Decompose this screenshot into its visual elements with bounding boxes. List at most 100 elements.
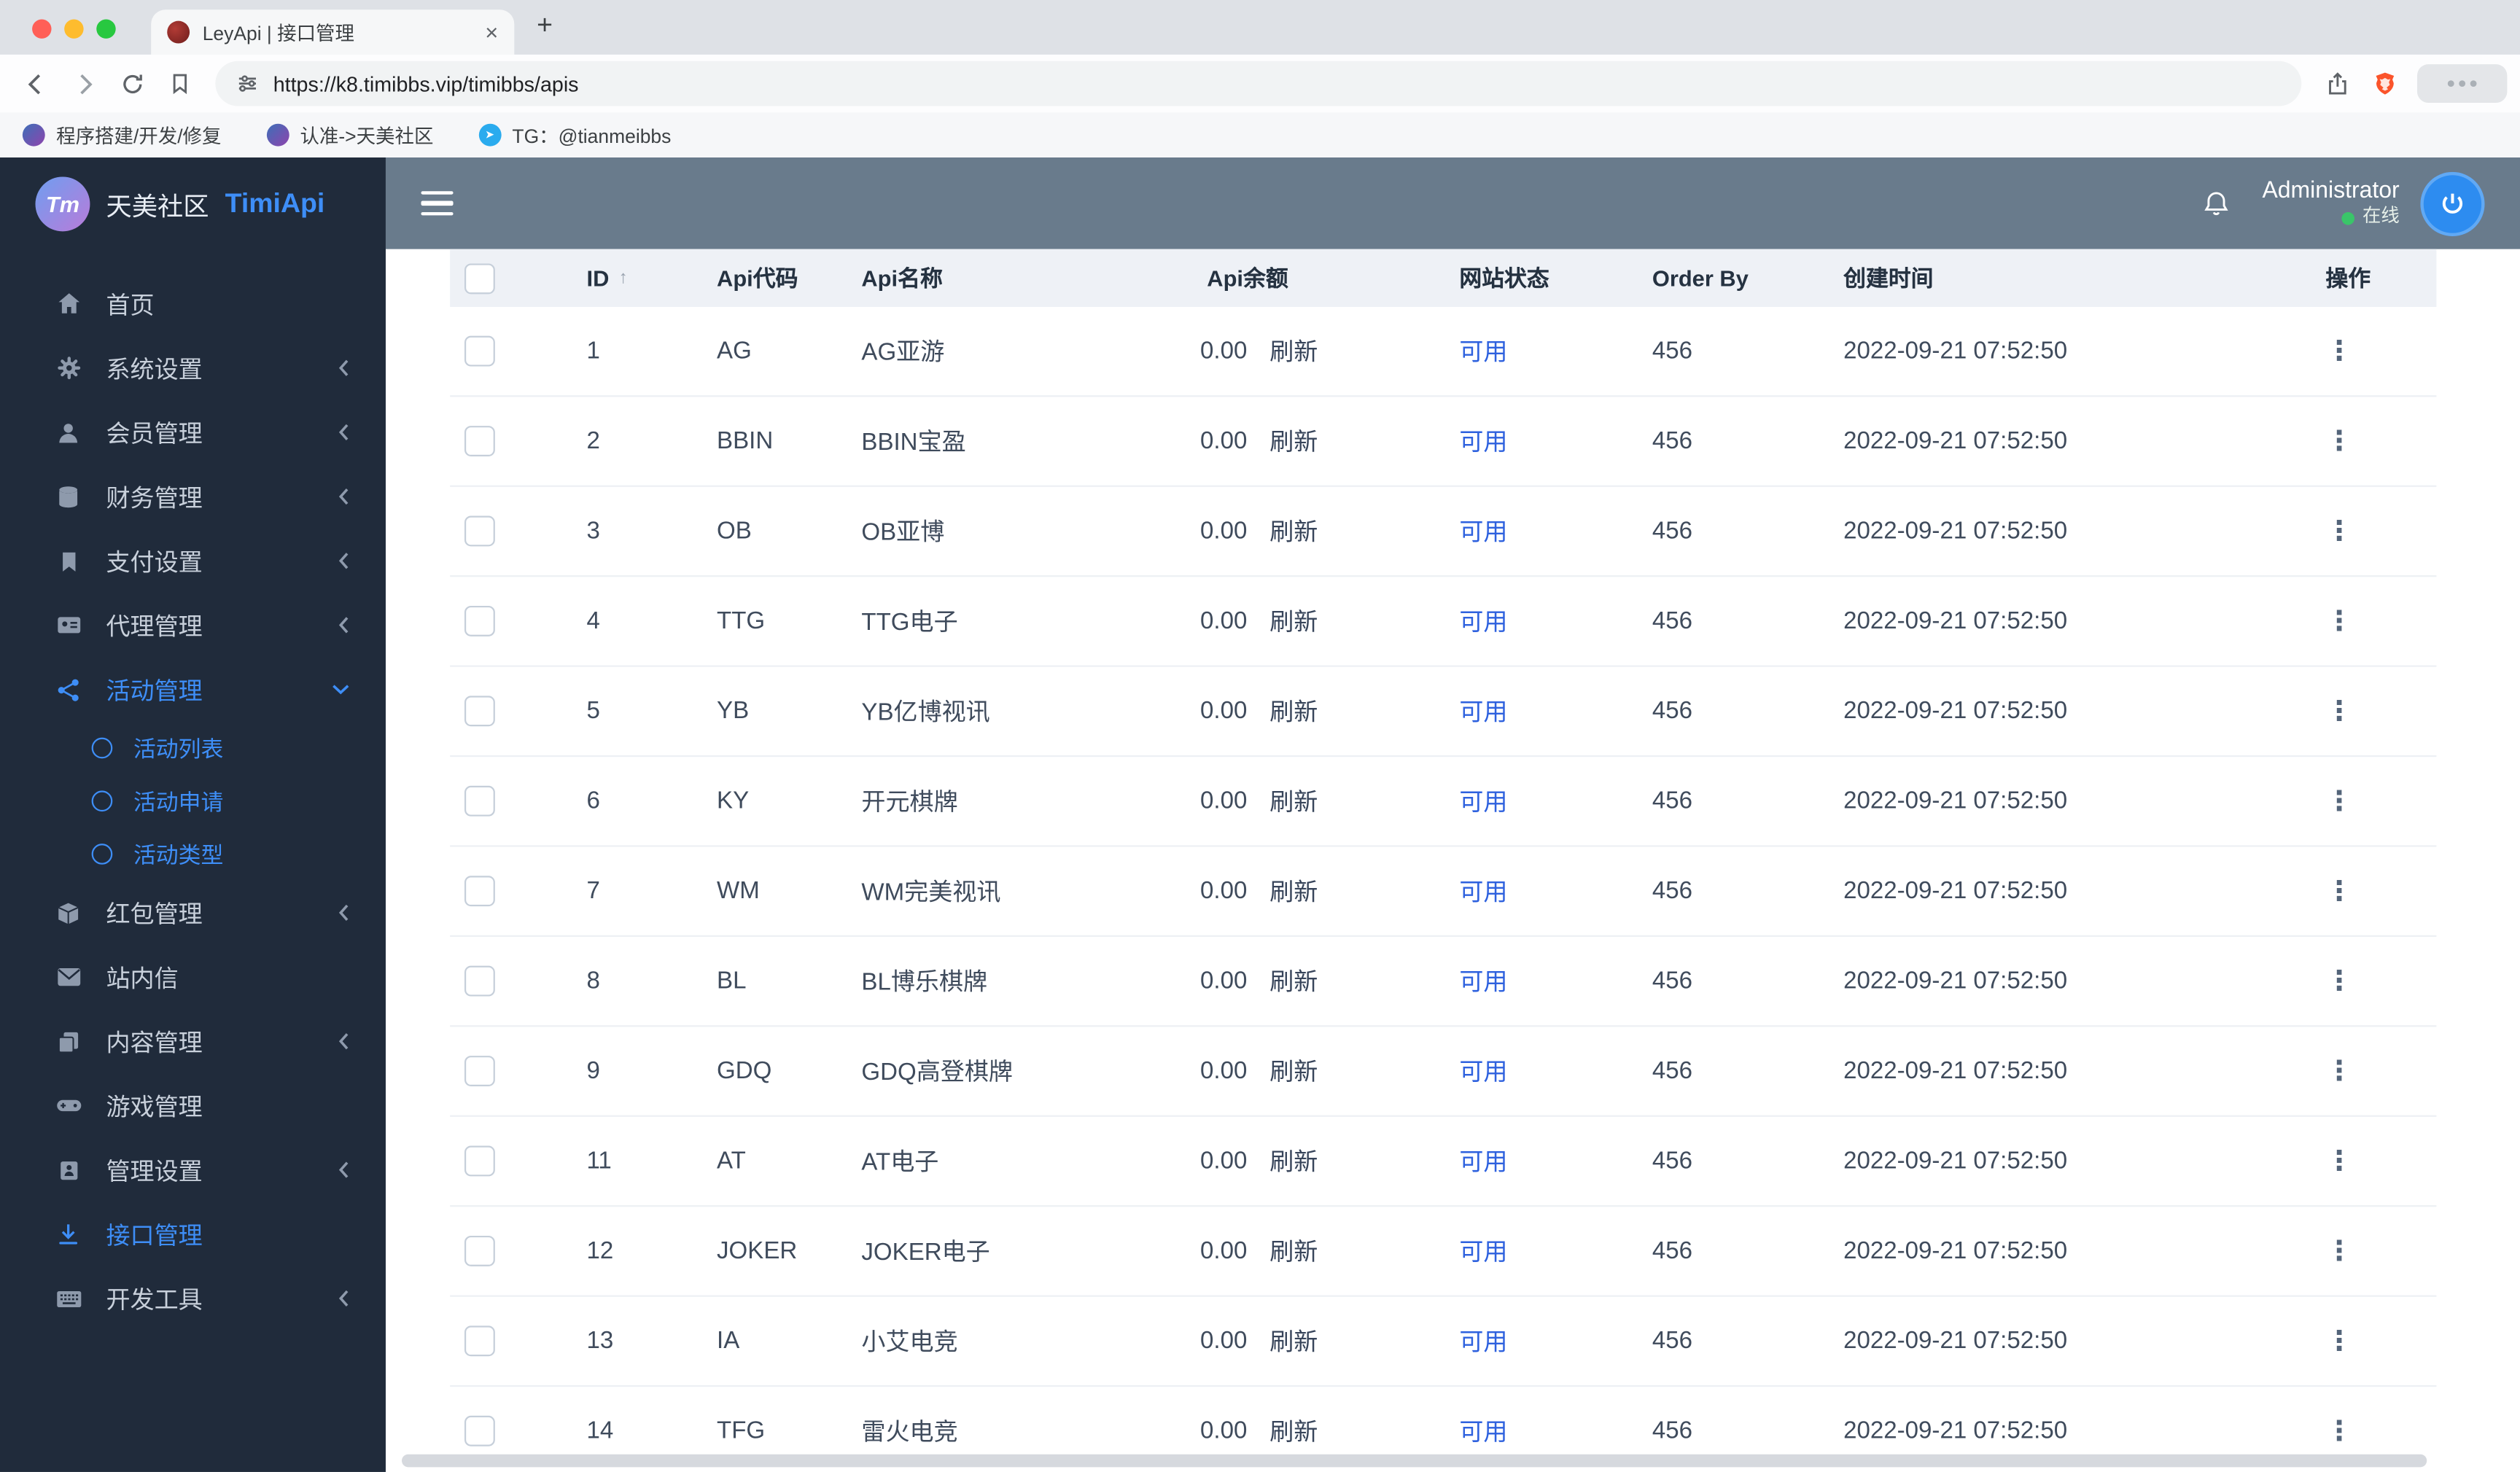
row-checkbox[interactable] [464,876,495,907]
row-checkbox[interactable] [464,515,495,547]
back-icon[interactable] [13,61,58,106]
row-actions-icon[interactable]: ⋮ [2325,1145,2352,1177]
hamburger-menu-icon[interactable] [421,190,454,216]
maximize-window-button[interactable] [96,19,116,39]
brave-shield-icon[interactable] [2362,61,2408,106]
status-link[interactable]: 可用 [1459,1234,1507,1268]
row-actions-icon[interactable]: ⋮ [2325,695,2352,727]
row-checkbox[interactable] [464,426,495,456]
column-header-api-balance[interactable]: Api余额 [1167,262,1408,294]
status-link[interactable]: 可用 [1459,1414,1507,1448]
refresh-link[interactable]: 刷新 [1269,514,1318,548]
row-checkbox[interactable] [464,605,495,636]
refresh-link[interactable]: 刷新 [1269,1414,1318,1448]
row-actions-icon[interactable]: ⋮ [2325,1235,2352,1267]
row-actions-icon[interactable]: ⋮ [2325,1415,2352,1447]
refresh-link[interactable]: 刷新 [1269,784,1318,818]
row-actions-icon[interactable]: ⋮ [2325,335,2352,367]
row-actions-icon[interactable]: ⋮ [2325,1325,2352,1357]
column-header-order-by[interactable]: Order By [1601,265,1810,291]
status-link[interactable]: 可用 [1459,424,1507,458]
bookmark-item[interactable]: ➤ TG：@tianmeibbs [478,121,671,148]
address-bar[interactable]: https://k8.timibbs.vip/timibbs/apis [215,61,2302,106]
refresh-link[interactable]: 刷新 [1269,334,1318,367]
refresh-link[interactable]: 刷新 [1269,1324,1318,1358]
sidebar-subitem-activity-type[interactable]: 活动类型 [0,827,386,881]
refresh-link[interactable]: 刷新 [1269,1234,1318,1268]
tab-close-icon[interactable]: × [485,21,498,44]
status-link[interactable]: 可用 [1459,964,1507,997]
row-checkbox[interactable] [464,1056,495,1086]
status-link[interactable]: 可用 [1459,514,1507,548]
bookmark-icon[interactable] [158,61,203,106]
row-checkbox[interactable] [464,785,495,817]
sidebar-item-admin-settings[interactable]: 管理设置 [0,1138,386,1202]
status-link[interactable]: 可用 [1459,1054,1507,1088]
row-checkbox[interactable] [464,1145,495,1177]
status-link[interactable]: 可用 [1459,1144,1507,1177]
status-link[interactable]: 可用 [1459,874,1507,908]
refresh-link[interactable]: 刷新 [1269,964,1318,997]
row-checkbox[interactable] [464,1415,495,1446]
new-tab-button[interactable]: + [537,9,553,42]
refresh-link[interactable]: 刷新 [1269,874,1318,908]
column-header-created[interactable]: 创建时间 [1810,262,2269,294]
browser-profile-chip[interactable] [2416,64,2508,104]
column-header-api-code[interactable]: Api代码 [678,262,826,294]
horizontal-scrollbar[interactable] [402,1454,2427,1468]
refresh-link[interactable]: 刷新 [1269,1054,1318,1088]
avatar[interactable] [2420,171,2485,235]
row-actions-icon[interactable]: ⋮ [2325,1055,2352,1087]
refresh-link[interactable]: 刷新 [1269,424,1318,458]
status-link[interactable]: 可用 [1459,1324,1507,1358]
notifications-bell-icon[interactable] [2201,189,2231,218]
row-checkbox[interactable] [464,1235,495,1266]
status-link[interactable]: 可用 [1459,334,1507,367]
row-checkbox[interactable] [464,965,495,997]
column-header-api-name[interactable]: Api名称 [826,262,1167,294]
refresh-link[interactable]: 刷新 [1269,1144,1318,1177]
row-actions-icon[interactable]: ⋮ [2325,875,2352,907]
sidebar-item-redpacket[interactable]: 红包管理 [0,881,386,945]
sidebar-subitem-activity-apply[interactable]: 活动申请 [0,774,386,827]
sidebar-item-content[interactable]: 内容管理 [0,1009,386,1073]
select-all-checkbox[interactable] [464,262,495,294]
sidebar-item-messages[interactable]: 站内信 [0,945,386,1009]
status-link[interactable]: 可用 [1459,604,1507,638]
status-link[interactable]: 可用 [1459,784,1507,818]
share-icon[interactable] [2314,61,2360,106]
sidebar-subitem-activity-list[interactable]: 活动列表 [0,722,386,775]
column-header-site-status[interactable]: 网站状态 [1408,262,1601,294]
row-actions-icon[interactable]: ⋮ [2325,785,2352,817]
close-window-button[interactable] [32,19,52,39]
bookmark-item[interactable]: 认准->天美社区 [266,121,433,148]
sidebar-item-activity[interactable]: 活动管理 [0,657,386,721]
refresh-link[interactable]: 刷新 [1269,694,1318,728]
row-checkbox[interactable] [464,335,495,367]
site-settings-icon[interactable] [236,72,259,95]
sidebar-item-payment-settings[interactable]: 支付设置 [0,529,386,593]
refresh-link[interactable]: 刷新 [1269,604,1318,638]
row-checkbox[interactable] [464,1325,495,1357]
bookmark-item[interactable]: 程序搭建/开发/修复 [22,121,222,148]
row-actions-icon[interactable]: ⋮ [2325,425,2352,457]
row-checkbox[interactable] [464,696,495,727]
forward-icon[interactable] [61,61,106,106]
minimize-window-button[interactable] [64,19,84,39]
sidebar-item-home[interactable]: 首页 [0,271,386,335]
status-link[interactable]: 可用 [1459,694,1507,728]
sidebar-item-games[interactable]: 游戏管理 [0,1073,386,1137]
row-actions-icon[interactable]: ⋮ [2325,965,2352,997]
sidebar-item-finance[interactable]: 财务管理 [0,464,386,529]
reload-icon[interactable] [109,61,155,106]
sidebar-item-agents[interactable]: 代理管理 [0,593,386,657]
row-actions-icon[interactable]: ⋮ [2325,515,2352,547]
sidebar-item-api[interactable]: 接口管理 [0,1202,386,1266]
column-header-id[interactable]: ID ↑ [543,265,678,291]
browser-tab[interactable]: LeyApi | 接口管理 × [151,9,515,55]
sidebar-item-dev-tools[interactable]: 开发工具 [0,1266,386,1331]
sidebar-item-system-settings[interactable]: 系统设置 [0,336,386,400]
sidebar-item-members[interactable]: 会员管理 [0,400,386,464]
sort-asc-icon[interactable]: ↑ [619,268,628,287]
row-actions-icon[interactable]: ⋮ [2325,605,2352,637]
